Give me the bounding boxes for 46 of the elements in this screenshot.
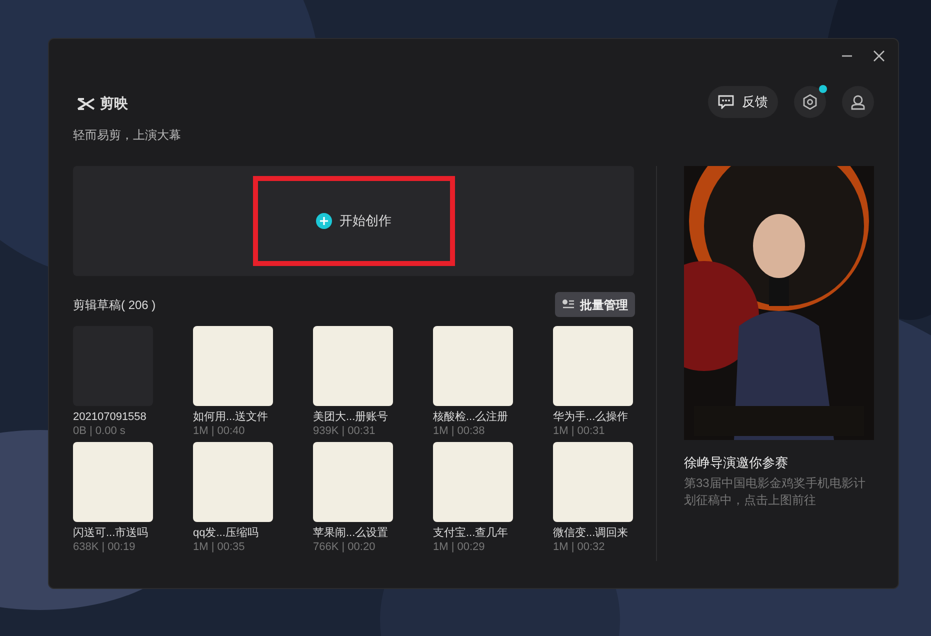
draft-title: qq发...压缩吗 bbox=[193, 526, 260, 540]
settings-icon bbox=[802, 94, 818, 110]
checklist-icon bbox=[562, 299, 574, 310]
chat-bubble-icon bbox=[718, 95, 734, 109]
plus-icon bbox=[316, 213, 332, 229]
draft-title: 闪送可...市送吗 bbox=[73, 526, 150, 540]
draft-thumbnail[interactable] bbox=[433, 326, 513, 406]
account-button[interactable] bbox=[842, 86, 874, 118]
user-icon bbox=[850, 94, 866, 110]
draft-meta: 0B | 0.00 s bbox=[73, 424, 126, 438]
settings-button[interactable] bbox=[794, 86, 826, 118]
draft-meta: 638K | 00:19 bbox=[73, 540, 136, 554]
feedback-button[interactable]: 反馈 bbox=[708, 86, 778, 118]
draft-thumbnail[interactable] bbox=[193, 326, 273, 406]
draft-thumbnail[interactable] bbox=[313, 442, 393, 522]
start-create-button[interactable]: 开始创作 bbox=[252, 176, 454, 266]
draft-meta: 1M | 00:31 bbox=[553, 424, 606, 438]
draft-thumbnail[interactable] bbox=[73, 442, 153, 522]
draft-thumbnail[interactable] bbox=[433, 442, 513, 522]
draft-thumbnail[interactable] bbox=[553, 326, 633, 406]
draft-title: 微信变...调回来 bbox=[553, 526, 630, 540]
promo-title: 徐峥导演邀你参赛 bbox=[684, 454, 788, 472]
draft-thumbnail[interactable] bbox=[193, 442, 273, 522]
drafts-title: 剪辑草稿( 206 ) bbox=[73, 297, 156, 314]
draft-meta: 1M | 00:38 bbox=[433, 424, 486, 438]
promo-description: 第33届中国电影金鸡奖手机电影计划征稿中，点击上图前往 bbox=[684, 475, 866, 509]
draft-meta: 1M | 00:40 bbox=[193, 424, 246, 438]
draft-title: 苹果闹...么设置 bbox=[313, 526, 390, 540]
draft-thumbnail[interactable] bbox=[313, 326, 393, 406]
draft-title: 如何用...送文件 bbox=[193, 410, 270, 424]
draft-title: 支付宝...查几年 bbox=[433, 526, 510, 540]
draft-meta: 1M | 00:29 bbox=[433, 540, 486, 554]
draft-title: 华为手...么操作 bbox=[553, 410, 630, 424]
draft-meta: 1M | 00:32 bbox=[553, 540, 606, 554]
draft-title: 202107091558 bbox=[73, 410, 148, 424]
draft-thumbnail[interactable] bbox=[553, 442, 633, 522]
draft-meta: 939K | 00:31 bbox=[313, 424, 376, 438]
draft-title: 核酸检...么注册 bbox=[433, 410, 510, 424]
batch-manage-button[interactable]: 批量管理 bbox=[555, 292, 635, 317]
close-icon bbox=[873, 50, 885, 62]
draft-title: 美团大...册账号 bbox=[313, 410, 390, 424]
logo-icon bbox=[76, 96, 96, 110]
tagline: 轻而易剪，上演大幕 bbox=[73, 127, 181, 144]
draft-meta: 1M | 00:35 bbox=[193, 540, 246, 554]
app-name: 剪映 bbox=[100, 94, 128, 113]
draft-meta: 766K | 00:20 bbox=[313, 540, 376, 554]
